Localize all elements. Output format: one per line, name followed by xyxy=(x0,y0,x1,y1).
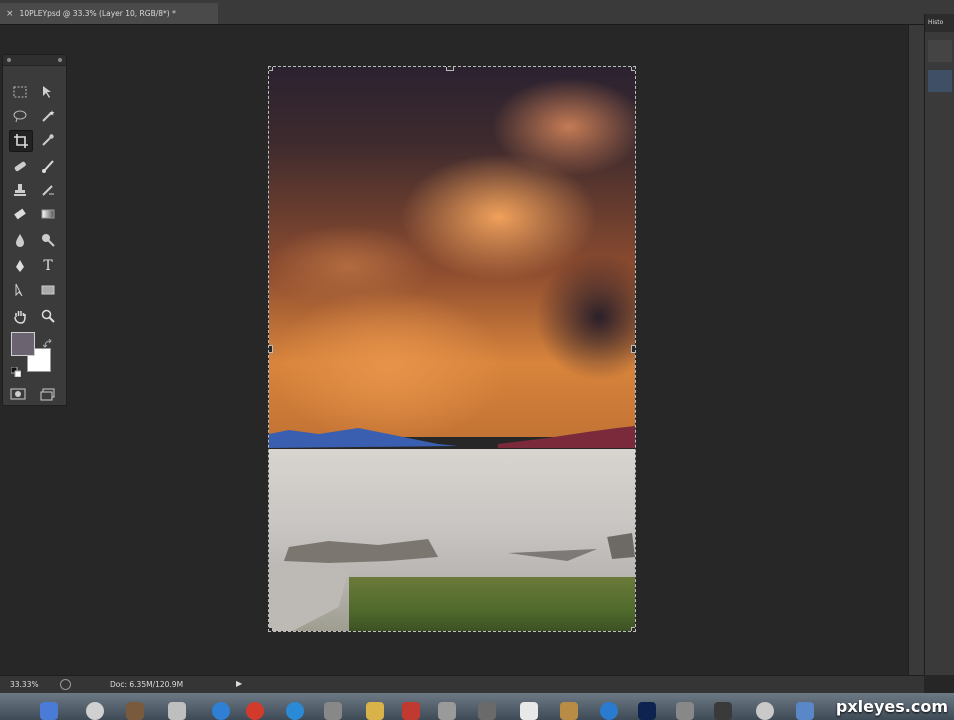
quick-mask-icon[interactable] xyxy=(7,384,29,404)
default-colors-icon[interactable] xyxy=(10,362,22,381)
gradient-tool-icon[interactable] xyxy=(37,204,59,224)
type-tool-icon[interactable]: T xyxy=(37,256,59,276)
calendar-icon[interactable] xyxy=(168,702,186,720)
magic-wand-tool-icon[interactable] xyxy=(37,106,59,126)
clone-stamp-tool-icon[interactable] xyxy=(9,180,31,200)
mac-dock xyxy=(0,693,954,720)
textedit-icon[interactable] xyxy=(520,702,538,720)
close-tab-icon[interactable]: × xyxy=(6,9,14,19)
document-tab-bar: × 10PLEYpsd @ 33.3% (Layer 10, RGB/8*) * xyxy=(0,0,954,25)
canvas-mountains xyxy=(269,426,635,448)
pen-tool-icon[interactable] xyxy=(9,256,31,276)
document-size-info: Doc: 6.35M/120.9M xyxy=(110,680,184,689)
hand-tool-icon[interactable] xyxy=(9,306,31,326)
type-tool-glyph: T xyxy=(43,258,53,274)
notes-icon[interactable] xyxy=(366,702,384,720)
firefox-icon[interactable] xyxy=(286,702,304,720)
transform-handle-l[interactable] xyxy=(269,345,273,353)
preview-icon[interactable] xyxy=(438,702,456,720)
status-info-icon[interactable] xyxy=(60,679,71,690)
system-preferences-icon[interactable] xyxy=(676,702,694,720)
canvas-sky-clouds xyxy=(269,67,635,437)
zoom-tool-icon[interactable] xyxy=(37,306,59,326)
zoom-level[interactable]: 33.33% xyxy=(10,680,39,689)
document-canvas[interactable] xyxy=(268,66,636,632)
brush-panel-icon[interactable] xyxy=(928,40,952,62)
document-tab[interactable]: × 10PLEYpsd @ 33.3% (Layer 10, RGB/8*) * xyxy=(0,3,218,24)
blur-tool-icon[interactable] xyxy=(9,230,31,250)
transform-handle-r[interactable] xyxy=(631,345,635,353)
status-menu-arrow[interactable]: ▶ xyxy=(236,679,242,688)
brush-tool-icon[interactable] xyxy=(37,156,59,176)
launchpad-icon[interactable] xyxy=(86,702,104,720)
screen-mode-icon[interactable] xyxy=(37,384,59,404)
transform-handle-br[interactable] xyxy=(631,627,635,631)
path-selection-tool-icon[interactable] xyxy=(9,280,31,300)
pxleyes-watermark: pxleyes.com xyxy=(835,697,948,716)
transform-handle-bl[interactable] xyxy=(269,627,273,631)
lasso-tool-icon[interactable] xyxy=(9,106,31,126)
transform-handle-t[interactable] xyxy=(446,67,454,71)
histogram-panel-header[interactable]: Histo xyxy=(925,14,954,32)
panel-dock-collapsed xyxy=(908,25,925,675)
itunes-icon[interactable] xyxy=(756,702,774,720)
healing-brush-tool-icon[interactable] xyxy=(9,156,31,176)
swap-colors-icon[interactable] xyxy=(42,334,53,353)
status-bar: 33.33% Doc: 6.35M/120.9M ▶ xyxy=(0,675,924,694)
rectangle-tool-icon[interactable] xyxy=(37,280,59,300)
app-icon-brown[interactable] xyxy=(560,702,578,720)
transform-handle-tl[interactable] xyxy=(269,67,273,71)
finder-icon[interactable] xyxy=(40,702,58,720)
history-brush-tool-icon[interactable] xyxy=(37,180,59,200)
tools-panel-grip[interactable] xyxy=(3,55,66,66)
document-tab-title: 10PLEYpsd @ 33.3% (Layer 10, RGB/8*) * xyxy=(19,9,176,18)
contacts-icon[interactable] xyxy=(126,702,144,720)
layers-panel-icon[interactable] xyxy=(928,70,952,92)
terminal-icon[interactable] xyxy=(714,702,732,720)
app-icon-blue[interactable] xyxy=(796,702,814,720)
tools-panel: T xyxy=(2,54,67,406)
eraser-tool-icon[interactable] xyxy=(9,204,31,224)
move-tool-icon[interactable] xyxy=(37,82,59,102)
eyedropper-tool-icon[interactable] xyxy=(37,130,59,150)
photoshop-icon[interactable] xyxy=(638,702,656,720)
crop-tool-icon[interactable] xyxy=(9,130,33,152)
safari-icon[interactable] xyxy=(212,702,230,720)
app-icon-gray[interactable] xyxy=(478,702,496,720)
foreground-color-swatch[interactable] xyxy=(11,332,35,356)
app-icon-red[interactable] xyxy=(402,702,420,720)
histogram-panel: Histo xyxy=(924,14,954,675)
canvas-water xyxy=(349,577,635,631)
transform-handle-tr[interactable] xyxy=(631,67,635,71)
mail-icon[interactable] xyxy=(324,702,342,720)
app-store-icon[interactable] xyxy=(600,702,618,720)
chrome-icon[interactable] xyxy=(246,702,264,720)
dodge-tool-icon[interactable] xyxy=(37,230,59,250)
marquee-tool-icon[interactable] xyxy=(9,82,31,102)
